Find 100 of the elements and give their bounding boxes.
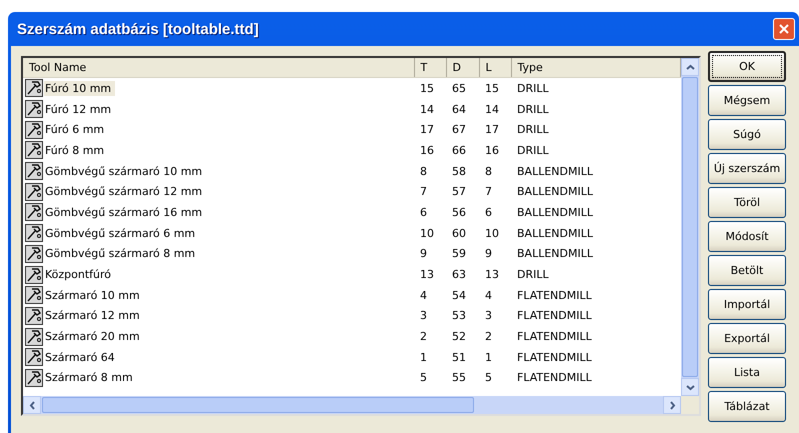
hammer-icon — [25, 348, 43, 366]
table-cell[interactable]: Szármaró 10 mm — [44, 288, 144, 303]
table-cell-text: 13 — [484, 267, 500, 284]
column-header[interactable]: D — [446, 58, 479, 78]
table-cell-text: 5 — [484, 370, 493, 386]
table-cell-text: 10 — [484, 226, 500, 242]
table-cell-text: 1 — [419, 350, 428, 366]
table-cell-text: 4 — [484, 288, 493, 304]
dialog-button[interactable]: Importál — [708, 289, 786, 320]
table-cell: 65 — [446, 78, 479, 99]
hammer-icon — [25, 306, 43, 325]
table-cell-text: 3 — [484, 308, 493, 324]
table-cell[interactable]: Gömbvégű szármaró 10 mm — [44, 164, 206, 179]
column-header[interactable]: L — [479, 58, 511, 78]
table-cell-text: DRILL — [516, 142, 550, 159]
hammer-icon — [25, 120, 43, 139]
hammer-icon — [25, 328, 43, 346]
column-header[interactable]: Tool Name — [23, 58, 414, 78]
table-cell-text: 5 — [419, 370, 428, 386]
table-cell-text: 55 — [451, 370, 467, 386]
table-cell-text: 8 — [419, 164, 428, 180]
table-cell-text: FLATENDMILL — [516, 370, 593, 386]
scroll-right-icon[interactable] — [663, 396, 681, 414]
column-header[interactable]: Type — [511, 58, 680, 78]
scroll-up-icon[interactable] — [681, 58, 699, 76]
table-cell: 15 — [414, 78, 446, 99]
table-cell-text: 16 — [484, 142, 500, 159]
table-cell-text: 10 — [419, 226, 435, 242]
scroll-left-icon[interactable] — [23, 396, 41, 414]
table-cell-text: BALLENDMILL — [516, 164, 594, 180]
table-cell[interactable]: Gömbvégű szármaró 12 mm — [44, 184, 206, 200]
table-cell-text: 67 — [451, 122, 467, 138]
table-cell-text: 57 — [451, 184, 467, 200]
column-header[interactable]: T — [414, 58, 446, 78]
table-cell-text: BALLENDMILL — [516, 204, 594, 221]
table-cell-text: DRILL — [516, 267, 550, 284]
dialog-button[interactable]: Új szerszám — [708, 153, 786, 184]
table-cell-text: 6 — [419, 204, 428, 221]
table-cell-text: 1 — [484, 350, 493, 366]
table-cell[interactable]: Gömbvégű szármaró 6 mm — [44, 226, 200, 241]
hammer-icon — [25, 79, 43, 98]
table-cell-text: 17 — [419, 122, 435, 138]
table-cell-text: 9 — [484, 246, 493, 262]
hammer-icon — [25, 182, 43, 201]
table-cell[interactable]: Szármaró 8 mm — [44, 370, 137, 386]
dialog-button[interactable]: OK — [708, 51, 786, 82]
hammer-icon — [25, 203, 43, 222]
table-cell-text: DRILL — [516, 122, 550, 138]
table-cell[interactable]: Szármaró 12 mm — [44, 308, 144, 324]
table-cell-text: 7 — [419, 184, 428, 200]
dialog-button[interactable]: Táblázat — [708, 391, 786, 422]
hammer-icon — [25, 162, 43, 180]
table-cell-text: 4 — [419, 288, 428, 304]
table-cell-text: FLATENDMILL — [516, 350, 593, 366]
vertical-scrollbar[interactable] — [681, 58, 699, 396]
table-cell-text: BALLENDMILL — [516, 226, 594, 242]
table-cell-text: 2 — [484, 329, 493, 346]
dialog-button[interactable]: Lista — [708, 357, 786, 388]
table-cell-text: 13 — [419, 267, 435, 284]
window-title: Szerszám adatbázis [tooltable.ttd] — [17, 20, 259, 38]
hammer-icon — [25, 266, 43, 284]
table-cell[interactable]: Gömbvégű szármaró 16 mm — [44, 204, 206, 220]
table-cell-text: 58 — [451, 164, 467, 180]
table-cell: DRILL — [511, 78, 680, 99]
table-cell[interactable]: Fúró 10 mm — [44, 80, 116, 96]
hammer-icon — [25, 286, 43, 304]
table-cell: 15 — [479, 78, 511, 99]
close-icon[interactable] — [773, 18, 795, 40]
table-cell-text: BALLENDMILL — [516, 184, 594, 200]
dialog-button[interactable]: Töröl — [708, 187, 786, 218]
dialog-button[interactable]: Mégsem — [708, 85, 786, 116]
table-cell[interactable]: Fúró 8 mm — [44, 142, 108, 158]
table-cell-text: 3 — [419, 308, 428, 324]
hammer-icon — [25, 244, 43, 263]
table-cell-text: 16 — [419, 142, 435, 159]
table-cell-text: 14 — [484, 102, 500, 118]
dialog-button[interactable]: Súgó — [708, 119, 786, 150]
table-cell[interactable]: Fúró 6 mm — [44, 122, 108, 138]
table-cell-text: 66 — [451, 142, 467, 159]
table-cell-text: 63 — [451, 267, 467, 284]
table-cell-text: 54 — [451, 288, 467, 304]
table-cell-text: 6 — [484, 204, 493, 221]
hammer-icon — [25, 368, 43, 387]
table-cell-text: 59 — [451, 246, 467, 262]
table-cell[interactable]: Fúró 12 mm — [44, 102, 116, 117]
dialog-button[interactable]: Betölt — [708, 255, 786, 286]
table-cell[interactable]: Központfúró — [44, 267, 116, 282]
table-cell[interactable]: Szármaró 64 — [44, 350, 119, 365]
table-cell-text: FLATENDMILL — [516, 329, 593, 346]
horizontal-scrollbar[interactable] — [23, 396, 681, 414]
table-cell-text: FLATENDMILL — [516, 308, 593, 324]
dialog-button[interactable]: Módosít — [708, 221, 786, 252]
table-cell-text: DRILL — [516, 102, 550, 118]
table-cell-text: 9 — [419, 246, 428, 262]
table-cell-text: 51 — [451, 350, 467, 366]
table-cell[interactable]: Szármaró 20 mm — [44, 329, 144, 344]
table-cell-text: 8 — [484, 164, 493, 180]
dialog-button[interactable]: Exportál — [708, 323, 786, 354]
table-cell[interactable]: Gömbvégű szármaró 8 mm — [44, 246, 200, 262]
scroll-down-icon[interactable] — [681, 378, 699, 396]
